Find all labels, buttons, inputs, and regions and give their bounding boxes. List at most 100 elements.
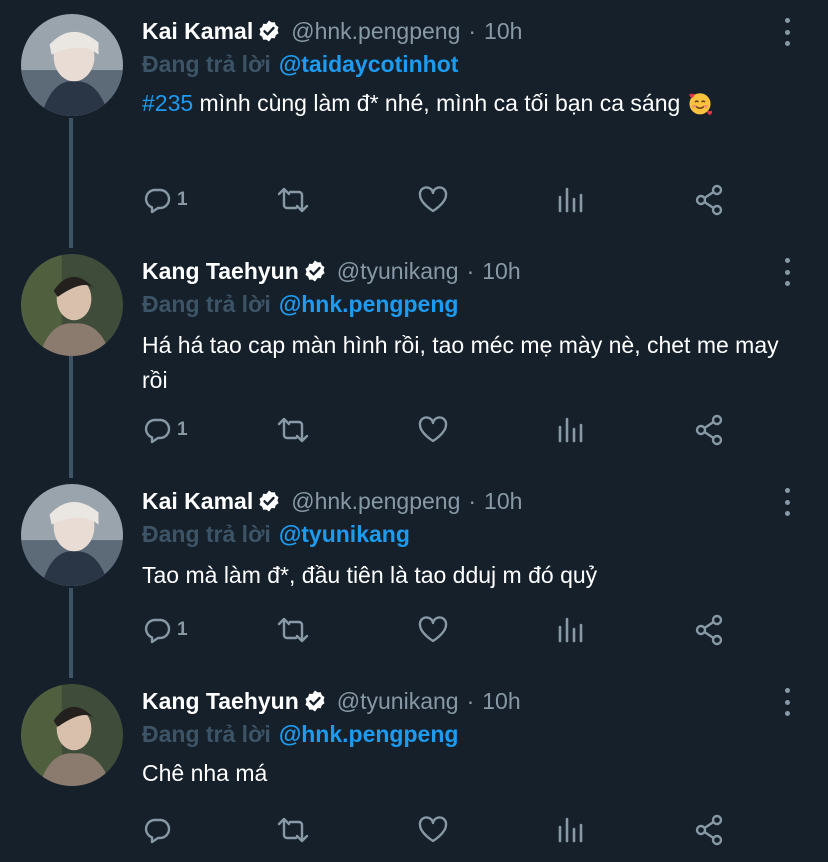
more-options-icon[interactable]: [780, 488, 794, 516]
reply-count: 1: [177, 419, 188, 440]
tweet[interactable]: Kai Kamal @hnk.pengpeng · 10h Đang trả l…: [0, 470, 828, 670]
replying-to-mention[interactable]: @hnk.pengpeng: [279, 291, 459, 318]
user-handle[interactable]: @hnk.pengpeng: [291, 18, 460, 45]
verified-badge-icon: [305, 690, 325, 712]
replying-to-mention[interactable]: @tyunikang: [279, 521, 410, 548]
tweet[interactable]: Kang Taehyun @tyunikang · 10h Đang trả l…: [0, 240, 828, 476]
replying-to: Đang trả lời @hnk.pengpeng: [142, 718, 458, 750]
verified-badge-icon: [259, 490, 279, 512]
tweet-text: Há há tao cap màn hình rồi, tao méc mẹ m…: [142, 332, 779, 393]
timestamp[interactable]: 10h: [484, 18, 522, 45]
more-options-icon[interactable]: [780, 688, 794, 716]
display-name[interactable]: Kang Taehyun: [142, 688, 299, 715]
tweet[interactable]: Kang Taehyun @tyunikang · 10h Đang trả l…: [0, 670, 828, 862]
share-button[interactable]: [692, 182, 726, 218]
like-button[interactable]: [416, 182, 450, 218]
retweet-icon: [277, 617, 309, 643]
heart-icon: [418, 616, 448, 643]
replying-to: Đang trả lời @tyunikang: [142, 518, 410, 550]
avatar-kai-image: [21, 14, 123, 116]
retweet-button[interactable]: [276, 412, 310, 448]
analytics-button[interactable]: [554, 182, 588, 218]
display-name[interactable]: Kai Kamal: [142, 18, 253, 45]
reply-button[interactable]: 1: [140, 182, 188, 218]
avatar-kai-image: [21, 484, 123, 586]
timestamp[interactable]: 10h: [484, 488, 522, 515]
avatar[interactable]: [21, 14, 123, 116]
reply-icon: [144, 418, 171, 444]
timestamp[interactable]: 10h: [482, 258, 520, 285]
share-button[interactable]: [692, 612, 726, 648]
replying-to: Đang trả lời @taidaycotinhot: [142, 48, 458, 80]
tweet-header: Kang Taehyun @tyunikang · 10h: [142, 254, 521, 288]
separator-dot: ·: [468, 17, 477, 44]
separator-dot: ·: [468, 487, 477, 514]
analytics-button[interactable]: [554, 412, 588, 448]
tweet-actions: 1: [140, 612, 740, 648]
replying-to-label: Đang trả lời: [142, 520, 271, 547]
share-icon: [695, 414, 723, 446]
more-options-icon[interactable]: [780, 258, 794, 286]
tweet[interactable]: Kai Kamal @hnk.pengpeng · 10h Đang trả l…: [0, 0, 828, 236]
hashtag[interactable]: #235: [142, 90, 193, 116]
reply-icon: [144, 818, 171, 844]
analytics-icon: [558, 417, 583, 443]
tweet-text-content: mình cùng làm đ* nhé, mình ca tối bạn ca…: [193, 90, 687, 116]
avatar[interactable]: [21, 254, 123, 356]
more-options-icon[interactable]: [780, 18, 794, 46]
display-name[interactable]: Kai Kamal: [142, 488, 253, 515]
retweet-icon: [277, 817, 309, 843]
replying-to-label: Đang trả lời: [142, 50, 271, 77]
separator-dot: ·: [466, 257, 475, 284]
tweet-actions: 1: [140, 182, 740, 218]
reply-icon: [144, 618, 171, 644]
tweet-actions: [140, 812, 740, 848]
reply-button[interactable]: [140, 812, 177, 848]
analytics-icon: [558, 187, 583, 213]
tweet-text: #235 mình cùng làm đ* nhé, mình ca tối b…: [142, 86, 792, 121]
user-handle[interactable]: @tyunikang: [337, 688, 459, 715]
user-handle[interactable]: @hnk.pengpeng: [291, 488, 460, 515]
analytics-button[interactable]: [554, 612, 588, 648]
reply-count: 1: [177, 619, 188, 640]
analytics-button[interactable]: [554, 812, 588, 848]
smiling-face-with-hearts-icon: [689, 93, 712, 116]
timestamp[interactable]: 10h: [482, 688, 520, 715]
verified-badge-icon: [259, 20, 279, 42]
share-icon: [695, 814, 723, 846]
like-button[interactable]: [416, 412, 450, 448]
retweet-button[interactable]: [276, 612, 310, 648]
reply-button[interactable]: 1: [140, 412, 188, 448]
tweet-header: Kai Kamal @hnk.pengpeng · 10h: [142, 484, 522, 518]
replying-to-mention[interactable]: @taidaycotinhot: [279, 51, 459, 78]
reply-icon: [144, 188, 171, 214]
retweet-button[interactable]: [276, 182, 310, 218]
verified-badge-icon: [305, 260, 325, 282]
heart-icon: [418, 816, 448, 843]
display-name[interactable]: Kang Taehyun: [142, 258, 299, 285]
share-button[interactable]: [692, 412, 726, 448]
replying-to: Đang trả lời @hnk.pengpeng: [142, 288, 458, 320]
share-button[interactable]: [692, 812, 726, 848]
avatar-taehyun-image: [21, 254, 123, 356]
avatar[interactable]: [21, 684, 123, 786]
like-button[interactable]: [416, 812, 450, 848]
tweet-header: Kang Taehyun @tyunikang · 10h: [142, 684, 521, 718]
retweet-button[interactable]: [276, 812, 310, 848]
replying-to-label: Đang trả lời: [142, 290, 271, 317]
avatar[interactable]: [21, 484, 123, 586]
avatar-taehyun-image: [21, 684, 123, 786]
heart-icon: [418, 416, 448, 443]
reply-thread: Kai Kamal @hnk.pengpeng · 10h Đang trả l…: [0, 0, 828, 862]
replying-to-mention[interactable]: @hnk.pengpeng: [279, 721, 459, 748]
heart-icon: [418, 186, 448, 213]
retweet-icon: [277, 417, 309, 443]
tweet-header: Kai Kamal @hnk.pengpeng · 10h: [142, 14, 522, 48]
reply-button[interactable]: 1: [140, 612, 188, 648]
reply-count: 1: [177, 189, 188, 210]
tweet-text: Tao mà làm đ*, đầu tiên là tao dduj m đó…: [142, 562, 598, 588]
replying-to-label: Đang trả lời: [142, 720, 271, 747]
share-icon: [695, 614, 723, 646]
like-button[interactable]: [416, 612, 450, 648]
user-handle[interactable]: @tyunikang: [337, 258, 459, 285]
